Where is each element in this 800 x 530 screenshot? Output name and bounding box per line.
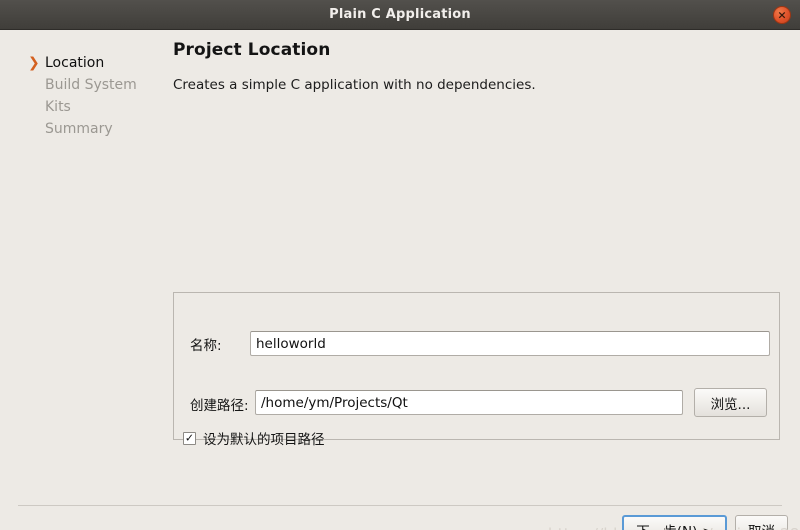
cancel-button[interactable]: 取消 [735,515,788,530]
checkbox-box[interactable]: ✓ [183,431,196,445]
sidebar-item-label: Summary [45,121,113,137]
sidebar-item-kits[interactable]: Kits [0,96,165,118]
page-subtitle: Creates a simple C application with no d… [173,77,536,93]
dialog-body: ❯ Location Build System Kits Summary Pro… [0,30,800,530]
default-path-checkbox[interactable]: ✓ 设为默认的项目路径 [183,428,325,448]
close-icon[interactable]: × [773,6,791,24]
close-glyph: × [777,8,787,21]
sidebar-item-location[interactable]: ❯ Location [0,52,165,74]
path-label: 创建路径: [190,398,249,414]
sidebar-item-label: Kits [45,99,71,115]
titlebar: Plain C Application × [0,0,800,30]
check-icon: ✓ [184,431,195,444]
name-label: 名称: [190,338,222,354]
default-path-checkbox-label: 设为默认的项目路径 [203,432,325,448]
browse-button[interactable]: 浏览... [694,388,767,417]
sidebar-item-build-system[interactable]: Build System [0,74,165,96]
location-groupbox [173,292,780,440]
footer-divider [18,505,782,506]
page-title: Project Location [173,40,331,60]
dialog-window: Plain C Application × ❯ Location Build S… [0,0,800,530]
window-title: Plain C Application [329,7,471,22]
chevron-right-icon: ❯ [28,55,40,71]
sidebar-item-label: Location [45,55,105,71]
sidebar-item-label: Build System [45,77,137,93]
sidebar-item-summary[interactable]: Summary [0,118,165,140]
wizard-step-sidebar: ❯ Location Build System Kits Summary [0,52,165,140]
footer-buttons: 下一步(N) > 取消 [622,515,788,530]
path-input[interactable]: /home/ym/Projects/Qt [255,390,683,415]
next-button[interactable]: 下一步(N) > [622,515,727,530]
name-input[interactable]: helloworld [250,331,770,356]
